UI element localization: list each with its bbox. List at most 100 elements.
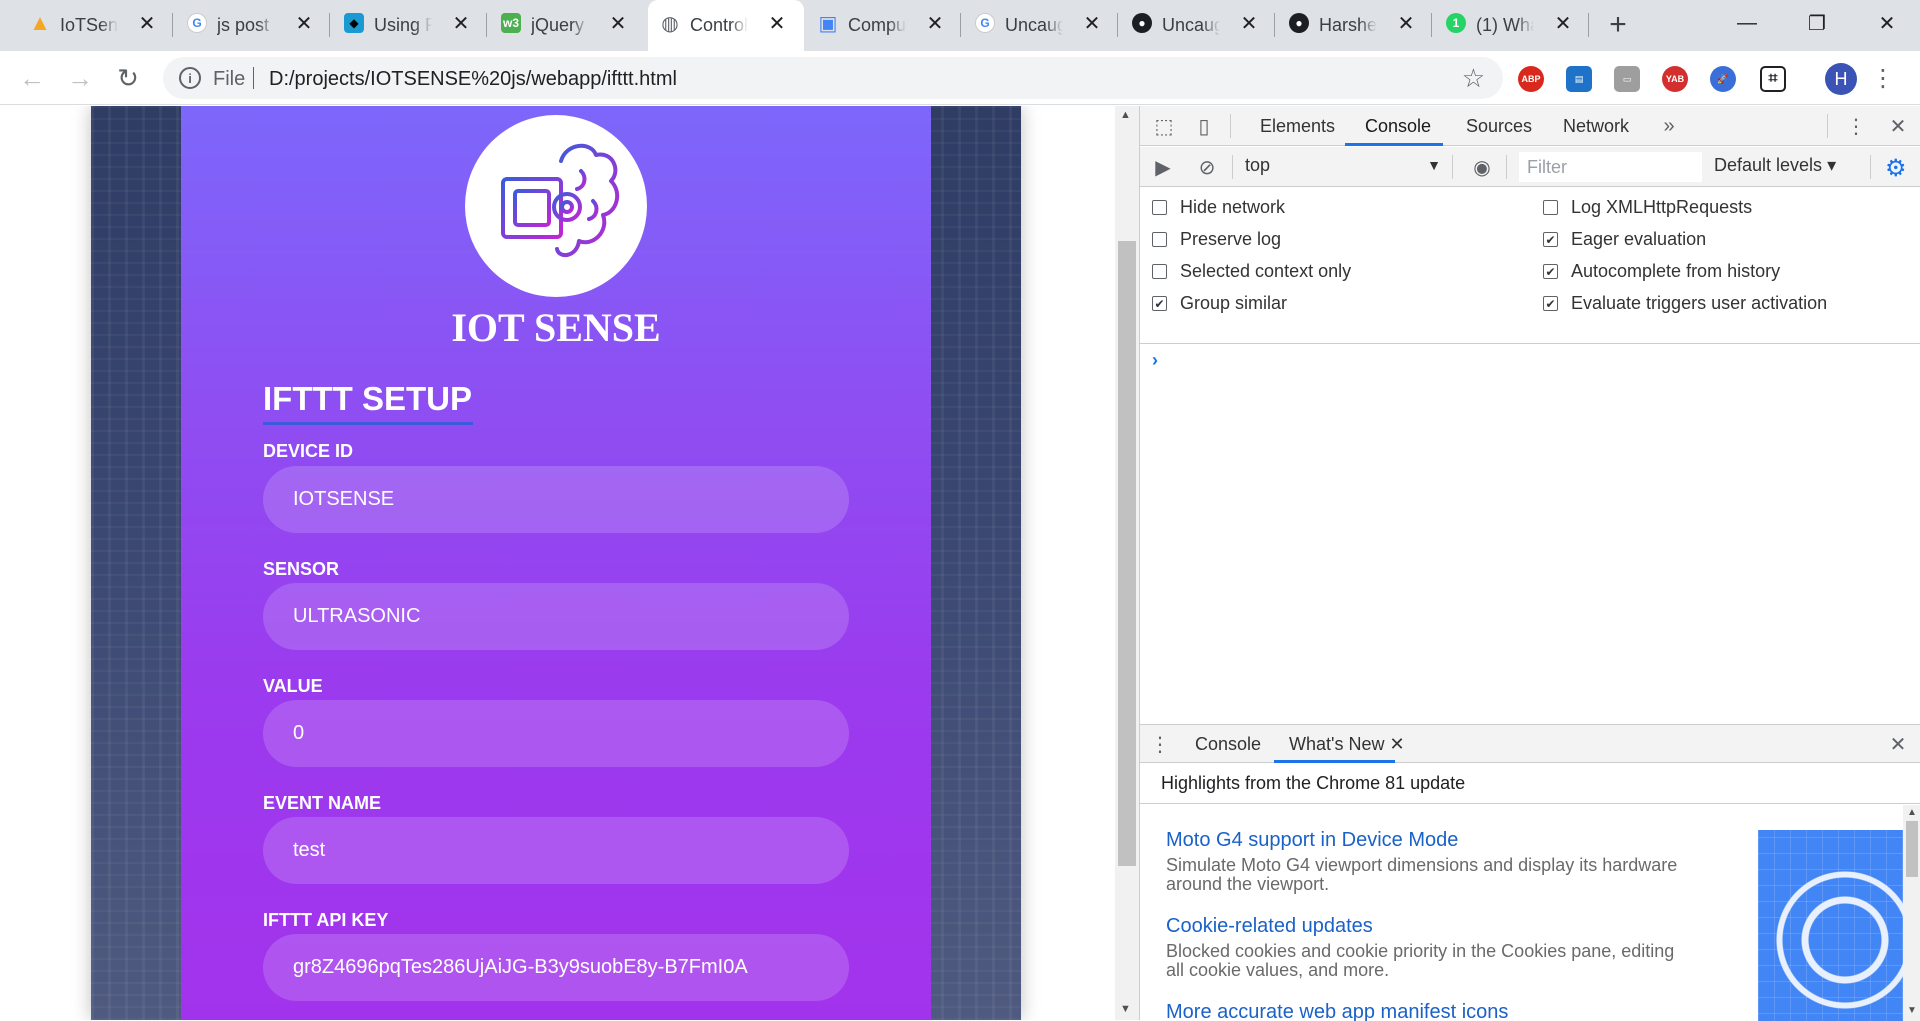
yab-icon[interactable]: YAB [1662, 66, 1688, 92]
selected-context-option[interactable]: Selected context only [1152, 261, 1351, 282]
checkbox-checked[interactable]: ✔ [1543, 296, 1558, 311]
close-tab-icon[interactable]: ✕ [1081, 12, 1103, 35]
minimize-window-icon[interactable]: — [1732, 8, 1762, 38]
drawer-tab-whats-new[interactable]: What's New ✕ [1289, 734, 1405, 755]
tab-network[interactable]: Network [1563, 116, 1629, 137]
close-tab-icon[interactable]: ✕ [924, 12, 946, 35]
url-text[interactable]: D:/projects/IOTSENSE%20js/webapp/ifttt.h… [269, 68, 677, 91]
address-bar[interactable]: i File D:/projects/IOTSENSE%20js/webapp/… [163, 57, 1503, 99]
rocket-icon[interactable]: 🚀 [1710, 66, 1736, 92]
device-id-input[interactable]: IOTSENSE [263, 466, 849, 533]
close-drawer-tab-icon[interactable]: ✕ [1389, 734, 1404, 754]
live-expression-eye-icon[interactable]: ◉ [1468, 155, 1496, 179]
tab-separator [1588, 13, 1589, 37]
close-tab-icon[interactable]: ✕ [1395, 12, 1417, 35]
news-link[interactable]: Moto G4 support in Device Mode [1166, 829, 1686, 852]
scroll-down-arrow-icon[interactable]: ▼ [1120, 1003, 1131, 1015]
device-toolbar-icon[interactable]: ▯ [1192, 114, 1216, 138]
drawer-scrollbar[interactable]: ▲ ▼ [1903, 805, 1920, 1021]
scrollbar-thumb[interactable] [1118, 241, 1136, 866]
reload-icon[interactable]: ↻ [114, 63, 142, 93]
checkbox[interactable] [1152, 264, 1167, 279]
event-name-input[interactable]: test [263, 817, 849, 884]
browser-tab[interactable]: ◆ Using Fetch ✕ [344, 0, 472, 51]
log-xhr-option[interactable]: Log XMLHttpRequests [1543, 197, 1752, 218]
close-tab-icon[interactable]: ✕ [607, 12, 629, 35]
active-tab-indicator [1345, 143, 1443, 146]
close-tab-icon[interactable]: ✕ [450, 12, 472, 35]
console-prompt[interactable]: › [1152, 350, 1158, 371]
context-select[interactable]: top ▼ [1245, 155, 1445, 179]
news-link[interactable]: Cookie-related updates [1166, 915, 1686, 938]
forward-arrow-icon[interactable]: → [66, 63, 94, 93]
url-scheme: File [213, 68, 246, 90]
drawer-menu-icon[interactable]: ⋮ [1150, 732, 1170, 756]
back-arrow-icon[interactable]: ← [18, 63, 46, 93]
checkbox-checked[interactable]: ✔ [1543, 232, 1558, 247]
group-similar-option[interactable]: ✔ Group similar [1152, 293, 1287, 314]
preserve-log-option[interactable]: Preserve log [1152, 229, 1281, 250]
eager-evaluation-option[interactable]: ✔ Eager evaluation [1543, 229, 1706, 250]
browser-tab[interactable]: ● Harshee ✕ [1289, 0, 1417, 51]
autocomplete-option[interactable]: ✔ Autocomplete from history [1543, 261, 1780, 282]
inspect-element-icon[interactable]: ⬚ [1152, 114, 1176, 138]
close-tab-icon[interactable]: ✕ [293, 12, 315, 35]
close-tab-icon[interactable]: ✕ [1552, 12, 1574, 35]
hide-network-option[interactable]: Hide network [1152, 197, 1285, 218]
screenshot-icon[interactable]: ⌗ [1760, 66, 1786, 92]
api-key-input[interactable]: gr8Z4696pqTes286UjAiJG-B3y9suobE8y-B7FmI… [263, 934, 849, 1001]
browser-tab[interactable]: 1 (1) WhatsApp ✕ [1446, 0, 1574, 51]
caption-icon[interactable]: ▭ [1614, 66, 1640, 92]
checkbox-checked[interactable]: ✔ [1543, 264, 1558, 279]
scroll-down-arrow-icon[interactable]: ▼ [1907, 1005, 1917, 1016]
bookmark-star-icon[interactable]: ☆ [1462, 63, 1485, 94]
scroll-up-arrow-icon[interactable]: ▲ [1907, 807, 1917, 818]
site-info-icon[interactable]: i [179, 67, 201, 89]
checkbox-checked[interactable]: ✔ [1152, 296, 1167, 311]
user-activation-option[interactable]: ✔ Evaluate triggers user activation [1543, 293, 1827, 314]
drawer-tab-console[interactable]: Console [1195, 734, 1261, 755]
browser-tab[interactable]: w3 jQuery post ✕ [501, 0, 629, 51]
adblock-plus-icon[interactable]: ABP [1518, 66, 1544, 92]
whats-new-heading: Highlights from the Chrome 81 update [1140, 764, 1920, 804]
close-tab-icon[interactable]: ✕ [136, 12, 158, 35]
browser-tab[interactable]: ● Uncaught ✕ [1132, 0, 1260, 51]
profile-avatar[interactable]: H [1825, 63, 1857, 95]
browser-tab[interactable]: G Uncaught ✕ [975, 0, 1103, 51]
scroll-up-arrow-icon[interactable]: ▲ [1120, 109, 1131, 121]
show-sidebar-icon[interactable]: ▶ [1151, 155, 1175, 179]
clear-console-icon[interactable]: ⊘ [1195, 155, 1219, 179]
chrome-menu-icon[interactable]: ⋮ [1871, 62, 1895, 94]
checkbox[interactable] [1543, 200, 1558, 215]
scrollbar-thumb[interactable] [1906, 821, 1918, 877]
new-tab-button[interactable]: + [1604, 8, 1632, 41]
log-levels-dropdown[interactable]: Default levels ▾ [1714, 155, 1836, 176]
page-scrollbar[interactable]: ▲ ▼ [1115, 106, 1139, 1020]
tab-sources[interactable]: Sources [1466, 116, 1532, 137]
close-window-icon[interactable]: ✕ [1872, 8, 1902, 38]
browser-tab-active[interactable]: ◍ Control ✕ [660, 0, 788, 51]
reader-icon[interactable]: ▤ [1566, 66, 1592, 92]
browser-tab[interactable]: ▣ Compute ✕ [818, 0, 946, 51]
close-tab-icon[interactable]: ✕ [766, 12, 788, 35]
close-devtools-icon[interactable]: ✕ [1886, 114, 1910, 138]
browser-tab[interactable]: G js post with ✕ [187, 0, 315, 51]
tab-separator [1117, 13, 1118, 37]
tab-elements[interactable]: Elements [1260, 116, 1335, 137]
close-drawer-icon[interactable]: ✕ [1886, 732, 1910, 756]
news-description: Simulate Moto G4 viewport dimensions and… [1166, 855, 1678, 894]
console-settings-gear-icon[interactable]: ⚙ [1885, 154, 1907, 183]
browser-tab[interactable]: ▲ IoTSense ✕ [29, 0, 158, 51]
value-input[interactable]: 0 [263, 700, 849, 767]
close-tab-icon[interactable]: ✕ [1238, 12, 1260, 35]
filter-input[interactable]: Filter [1519, 152, 1702, 182]
restore-window-icon[interactable]: ❐ [1802, 8, 1832, 38]
more-tabs-chevron-icon[interactable]: » [1657, 114, 1681, 138]
tab-console[interactable]: Console [1365, 116, 1431, 137]
news-link[interactable]: More accurate web app manifest icons [1166, 1001, 1686, 1021]
checkbox[interactable] [1152, 232, 1167, 247]
sensor-input[interactable]: ULTRASONIC [263, 583, 849, 650]
sensor-label: SENSOR [263, 559, 340, 579]
checkbox[interactable] [1152, 200, 1167, 215]
devtools-menu-icon[interactable]: ⋮ [1846, 114, 1866, 138]
